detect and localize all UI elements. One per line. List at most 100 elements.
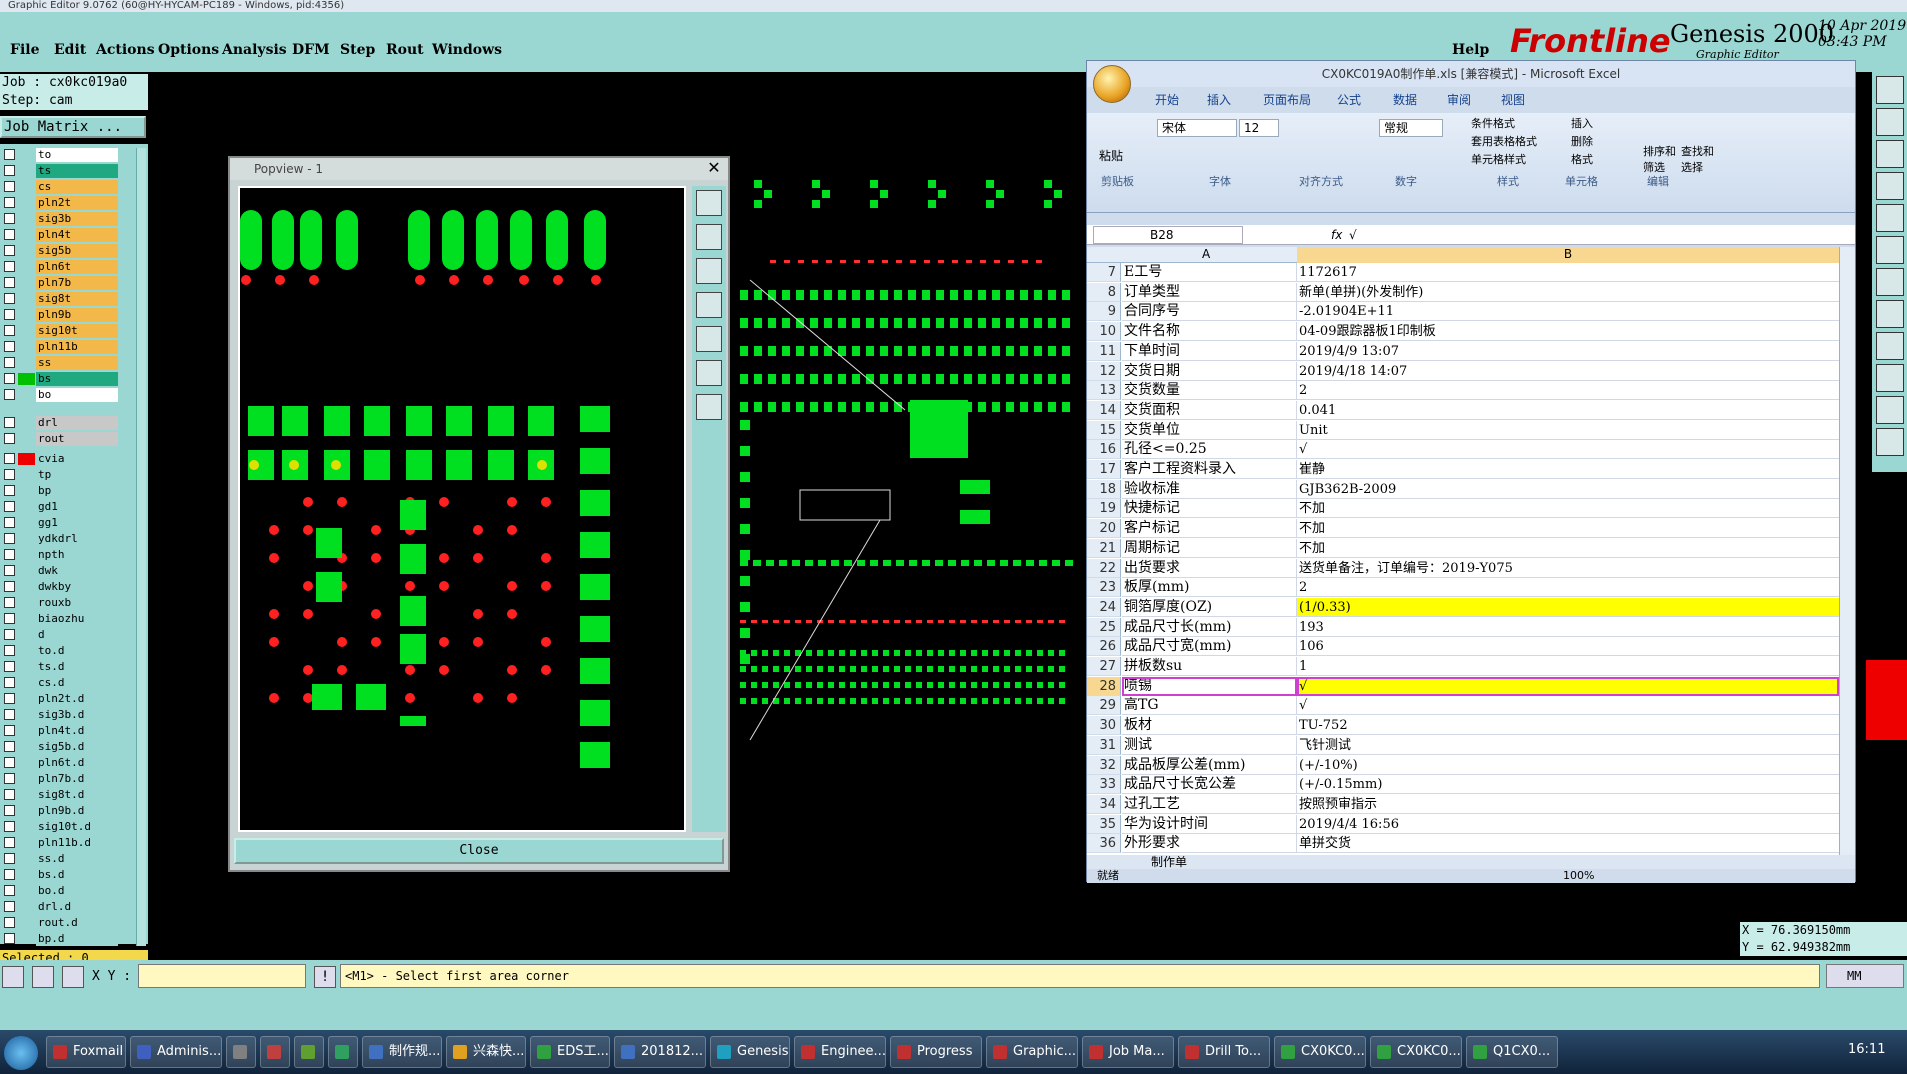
layer-checkbox[interactable] — [4, 389, 15, 400]
cell-a[interactable]: 板厚(mm) — [1122, 578, 1297, 598]
layer-color-swatch[interactable] — [18, 433, 35, 445]
layer-name[interactable]: pln2t.d — [36, 692, 118, 706]
cell-b[interactable]: (1/0.33) — [1297, 597, 1839, 617]
layer-name[interactable]: bs — [36, 372, 118, 386]
layer-name[interactable]: sig8t.d — [36, 788, 118, 802]
taskbar-item[interactable]: 201812... — [614, 1036, 706, 1068]
cell-b[interactable]: (+/-0.15mm) — [1297, 775, 1839, 795]
tab-insert[interactable]: 插入 — [1207, 91, 1231, 108]
menu-analysis[interactable]: Analysis — [222, 42, 287, 58]
layer-row-pln6t.d[interactable]: pln6t.d — [2, 756, 118, 770]
layer-row-gd1[interactable]: gd1 — [2, 500, 118, 514]
layer-checkbox[interactable] — [4, 933, 15, 944]
layer-name[interactable]: pln11b.d — [36, 836, 118, 850]
format-cells-button[interactable]: 格式 — [1571, 151, 1593, 167]
layer-row-ss.d[interactable]: ss.d — [2, 852, 118, 866]
layer-checkbox[interactable] — [4, 597, 15, 608]
layer-checkbox[interactable] — [4, 433, 15, 444]
layer-row-sig10t[interactable]: sig10t — [2, 324, 118, 338]
zoom-level[interactable]: 100% — [1563, 869, 1594, 883]
cell-a[interactable]: 验收标准 — [1122, 479, 1297, 499]
layer-color-swatch[interactable] — [18, 869, 35, 881]
job-matrix-button[interactable]: Job Matrix ... — [0, 116, 146, 138]
row-header[interactable]: 12 — [1087, 361, 1121, 381]
layer-checkbox[interactable] — [4, 773, 15, 784]
cell-a[interactable]: 孔径<=0.25 — [1122, 440, 1297, 460]
layer-row-ss[interactable]: ss — [2, 356, 118, 370]
layer-checkbox[interactable] — [4, 417, 15, 428]
layer-checkbox[interactable] — [4, 677, 15, 688]
table-format-button[interactable]: 套用表格格式 — [1471, 133, 1537, 149]
layer-checkbox[interactable] — [4, 197, 15, 208]
menu-edit[interactable]: Edit — [54, 42, 86, 58]
popview-close-button[interactable]: Close — [234, 838, 724, 864]
taskbar-item[interactable]: CX0KC0... — [1370, 1036, 1462, 1068]
row-header[interactable]: 35 — [1087, 814, 1121, 834]
tab-view[interactable]: 视图 — [1501, 91, 1525, 108]
row-header[interactable]: 32 — [1087, 755, 1121, 775]
layer-row-drl[interactable]: drl — [2, 416, 118, 430]
layer-checkbox[interactable] — [4, 453, 15, 464]
cell-a[interactable]: 成品尺寸长宽公差 — [1122, 775, 1297, 795]
layer-row-npth[interactable]: npth — [2, 548, 118, 562]
layer-color-swatch[interactable] — [18, 805, 35, 817]
layer-color-swatch[interactable] — [18, 213, 35, 225]
pan-right-icon[interactable] — [696, 326, 722, 352]
row-header[interactable]: 18 — [1087, 479, 1121, 499]
taskbar-item[interactable]: 兴森快... — [446, 1036, 526, 1068]
layer-color-swatch[interactable] — [18, 229, 35, 241]
layer-name[interactable]: sig8t — [36, 292, 118, 306]
taskbar-item[interactable]: Q1CX0... — [1466, 1036, 1558, 1068]
pan-up-icon[interactable] — [696, 224, 722, 250]
row-header[interactable]: 22 — [1087, 558, 1121, 578]
taskbar-item[interactable]: EDS工... — [530, 1036, 610, 1068]
layer-color-swatch[interactable] — [18, 565, 35, 577]
layer-name[interactable]: pln9b.d — [36, 804, 118, 818]
layer-color-swatch[interactable] — [18, 613, 35, 625]
paste-button[interactable]: 粘贴 — [1099, 147, 1123, 164]
taskbar-item[interactable]: 制作规... — [362, 1036, 442, 1068]
layer-row-pln9b.d[interactable]: pln9b.d — [2, 804, 118, 818]
cell-b[interactable]: 按照预审指示 — [1297, 795, 1839, 814]
main-graphics-canvas[interactable] — [730, 160, 1090, 860]
cell-a[interactable]: 测试 — [1122, 735, 1297, 755]
layer-checkbox[interactable] — [4, 261, 15, 272]
taskbar-item[interactable]: Genesis — [710, 1036, 790, 1068]
taskbar-item[interactable] — [294, 1036, 324, 1068]
cell-b[interactable]: 不加 — [1297, 519, 1839, 539]
row-header[interactable]: 16 — [1087, 440, 1121, 460]
cell-b[interactable]: √ — [1297, 440, 1839, 460]
cell-b[interactable]: 1172617 — [1297, 263, 1839, 282]
row-header[interactable]: 15 — [1087, 420, 1121, 440]
layer-name[interactable]: ss — [36, 356, 118, 370]
layer-name[interactable]: pln7b — [36, 276, 118, 290]
row-header[interactable]: 8 — [1087, 282, 1121, 302]
layer-checkbox[interactable] — [4, 501, 15, 512]
layer-checkbox[interactable] — [4, 277, 15, 288]
layer-color-swatch[interactable] — [18, 501, 35, 513]
font-name-select[interactable]: 宋体 — [1157, 119, 1237, 137]
cell-style-button[interactable]: 单元格样式 — [1471, 151, 1526, 167]
layer-color-swatch[interactable] — [18, 677, 35, 689]
row-header[interactable]: 11 — [1087, 341, 1121, 361]
layer-name[interactable]: ss.d — [36, 852, 118, 866]
layer-name[interactable]: tp — [36, 468, 118, 482]
cell-b[interactable]: 送货单备注，订单编号：2019-Y075 — [1297, 559, 1839, 578]
layer-color-swatch[interactable] — [18, 741, 35, 753]
layer-checkbox[interactable] — [4, 853, 15, 864]
cell-b[interactable]: (+/-10%) — [1297, 756, 1839, 775]
cell-a[interactable]: 订单类型 — [1122, 282, 1297, 302]
layer-row-bo.d[interactable]: bo.d — [2, 884, 118, 898]
row-header[interactable]: 21 — [1087, 538, 1121, 558]
layer-name[interactable]: drl.d — [36, 900, 118, 914]
cell-a[interactable]: 合同序号 — [1122, 302, 1297, 322]
layer-row-gg1[interactable]: gg1 — [2, 516, 118, 530]
layer-row-biaozhu[interactable]: biaozhu — [2, 612, 118, 626]
layer-row-bp[interactable]: bp — [2, 484, 118, 498]
cell-b[interactable]: Unit — [1297, 421, 1839, 440]
taskbar-item[interactable]: Job Ma... — [1082, 1036, 1174, 1068]
tool-icon[interactable] — [1876, 140, 1904, 168]
cell-b[interactable]: √ — [1297, 676, 1839, 696]
info-icon[interactable]: ! — [314, 966, 336, 988]
cell-b[interactable]: 0.041 — [1297, 401, 1839, 420]
